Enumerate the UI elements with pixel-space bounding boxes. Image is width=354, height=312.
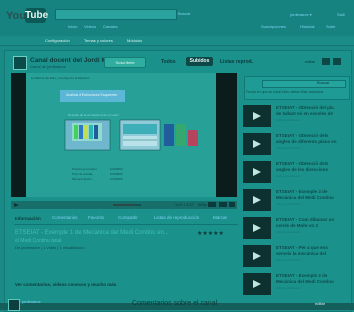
slide-legend-label-3: Moment flector: [72, 177, 92, 181]
play-icon: [253, 168, 261, 176]
tab-todos[interactable]: Todos: [161, 59, 176, 65]
play-icon: [253, 112, 261, 120]
slide-legend-value-1: 0.000000: [110, 167, 123, 171]
video-title-line2: el Medi Continu àxial: [15, 238, 62, 244]
video-thumbnail[interactable]: [243, 161, 271, 183]
nav-subir[interactable]: Subir: [326, 25, 335, 29]
sidebar-video-subtitle: serveix la mecànica del: [276, 251, 327, 256]
play-icon: [253, 140, 261, 148]
subscribe-button[interactable]: Suscríbete: [104, 57, 146, 68]
video-thumbnail[interactable]: [243, 189, 271, 211]
info-tab-informacion[interactable]: Información: [15, 216, 41, 221]
grid-view-icon[interactable]: [322, 58, 330, 65]
comment-user[interactable]: jordimarce: [22, 300, 41, 304]
info-tab-listas[interactable]: Listas de reproducción: [154, 215, 199, 221]
video-thumbnail[interactable]: [243, 133, 271, 155]
edit-link[interactable]: editar: [305, 60, 315, 64]
progress-fill: [113, 204, 135, 206]
sidebar-video-title[interactable]: ETSEIAT - Obtenció del pla: [276, 105, 334, 110]
nav-suscripciones[interactable]: Suscripciones: [261, 25, 286, 29]
sidebar-video-meta: 2:32 de jordimarce: [276, 146, 301, 150]
info-tab-compartir[interactable]: Compartir: [118, 215, 138, 221]
video-title[interactable]: ETSEIAT - Exemple 1 de Mecànica del Medi…: [15, 230, 169, 236]
sidebar-video-subtitle: Mecànica del Medi Continu: [276, 279, 334, 284]
channel-subtitle: Canal de jordimarce: [30, 64, 66, 69]
sidebar-video-title[interactable]: ETSEIAT - Per a que ens: [276, 245, 328, 250]
video-thumbnail[interactable]: [243, 273, 271, 295]
sidebar-video-subtitle: Mecànica del Medi Continu: [276, 195, 334, 200]
slide-legend-label-1: Posició al corredor: [72, 167, 97, 171]
play-icon: [253, 280, 261, 288]
info-tab-comentarios[interactable]: Comentarios: [52, 215, 78, 221]
slide-legend-label-2: Punt de sortida: [72, 172, 93, 176]
sidebar-video-title[interactable]: ETSEIAT - Obtenció dels: [276, 133, 328, 138]
user-menu[interactable]: jordimarce ▾: [290, 13, 312, 17]
video-thumbnail[interactable]: [243, 217, 271, 239]
rating-stars[interactable]: ★★★★★: [197, 230, 224, 237]
slide-header: La fábrica del Ebro y la plaça de la Est…: [31, 76, 90, 80]
play-icon: [253, 252, 261, 260]
info-tab-favorito[interactable]: Favorito: [88, 215, 104, 221]
sidebar-video-subtitle: cercle de Mohr en 2: [276, 223, 319, 228]
slide-diagram: [64, 119, 198, 151]
nav-inicio[interactable]: Inicio: [68, 25, 77, 29]
quality-label[interactable]: 360p: [198, 203, 207, 207]
info-tab-marcar[interactable]: Marcar: [213, 215, 227, 221]
search-button[interactable]: Buscar: [178, 12, 190, 16]
sidebar-video-meta: 4:01 de jordimarce: [276, 202, 301, 206]
config-themes[interactable]: Temas y colores: [84, 39, 113, 43]
sidebar-video-subtitle: angles de les direccions: [276, 167, 329, 172]
top-bar: [0, 0, 354, 36]
sidebar-video-meta: 1:48 de jordimarce: [276, 118, 301, 122]
comments-title: Comentarios sobre el canal: [132, 300, 218, 307]
sidebar-video-meta: 3:24 de jordimarce: [276, 286, 301, 290]
play-icon: [253, 196, 261, 204]
comment-avatar: [8, 299, 20, 311]
sidebar-video-title[interactable]: ETSEIAT - Obtenció dels: [276, 161, 328, 166]
comments-prompt[interactable]: Ver comentarios, videos conexos y mucho …: [15, 282, 116, 287]
logo-you: You: [6, 10, 26, 22]
sidebar-video-title[interactable]: ETSEIAT - Com dibuixar un: [276, 217, 334, 222]
video-meta: De jordimarce | 1 vídeo | 1 visualitzaci…: [15, 245, 85, 250]
sidebar-video-meta: 2:05 de jordimarce: [276, 174, 301, 178]
slide-legend-value-3: 0.000000: [110, 177, 123, 181]
play-icon[interactable]: [14, 203, 19, 207]
sidebar-video-meta: 3:54 de jordimarce: [276, 258, 301, 262]
popout-icon[interactable]: [219, 202, 227, 207]
tab-subidos[interactable]: Subidos: [186, 57, 213, 66]
sign-out-link[interactable]: Salir: [337, 13, 345, 17]
sidebar-video-subtitle: de tallant mi en escoles de: [276, 111, 334, 116]
slide-table-title: Resultat de la simulació amb el model: [68, 113, 119, 117]
channel-avatar[interactable]: [13, 56, 27, 70]
nav-historial[interactable]: Historial: [300, 25, 314, 29]
nav-videos[interactable]: Videos: [84, 25, 96, 29]
youtube-logo[interactable]: You Tube: [6, 6, 49, 26]
play-icon: [253, 224, 261, 232]
volume-icon[interactable]: [208, 202, 216, 207]
time-readout: 1:47 / 3:27: [175, 202, 194, 207]
config-modules[interactable]: Módulos: [127, 39, 142, 43]
logo-tube: Tube: [25, 8, 49, 23]
nav-canales[interactable]: Canales: [103, 25, 118, 29]
tab-listas[interactable]: Listas reprod.: [220, 59, 253, 65]
sidebar-video-list: ETSEIAT - Obtenció del pla de tallant mi…: [243, 73, 349, 306]
video-thumbnail[interactable]: [243, 105, 271, 127]
list-view-icon[interactable]: [333, 58, 341, 65]
sidebar-video-meta: 1:02 de jordimarce: [276, 230, 301, 234]
slide-legend-value-2: 0.000000: [110, 172, 123, 176]
comments-edit-link[interactable]: editar: [315, 302, 325, 306]
fullscreen-icon[interactable]: [229, 202, 235, 207]
config-settings[interactable]: Configuración: [45, 39, 70, 43]
sidebar-video-title[interactable]: ETSEIAT - Exemple 3 de: [276, 189, 327, 194]
search-input[interactable]: [55, 9, 177, 20]
video-thumbnail[interactable]: [243, 245, 271, 267]
slide-band-label: Analísis d'Estructures Esquemes: [66, 93, 118, 97]
sidebar-video-subtitle: angles de diferents plans en: [276, 139, 337, 144]
sidebar-video-title[interactable]: ETSEIAT - Exemple 2 de: [276, 273, 327, 278]
